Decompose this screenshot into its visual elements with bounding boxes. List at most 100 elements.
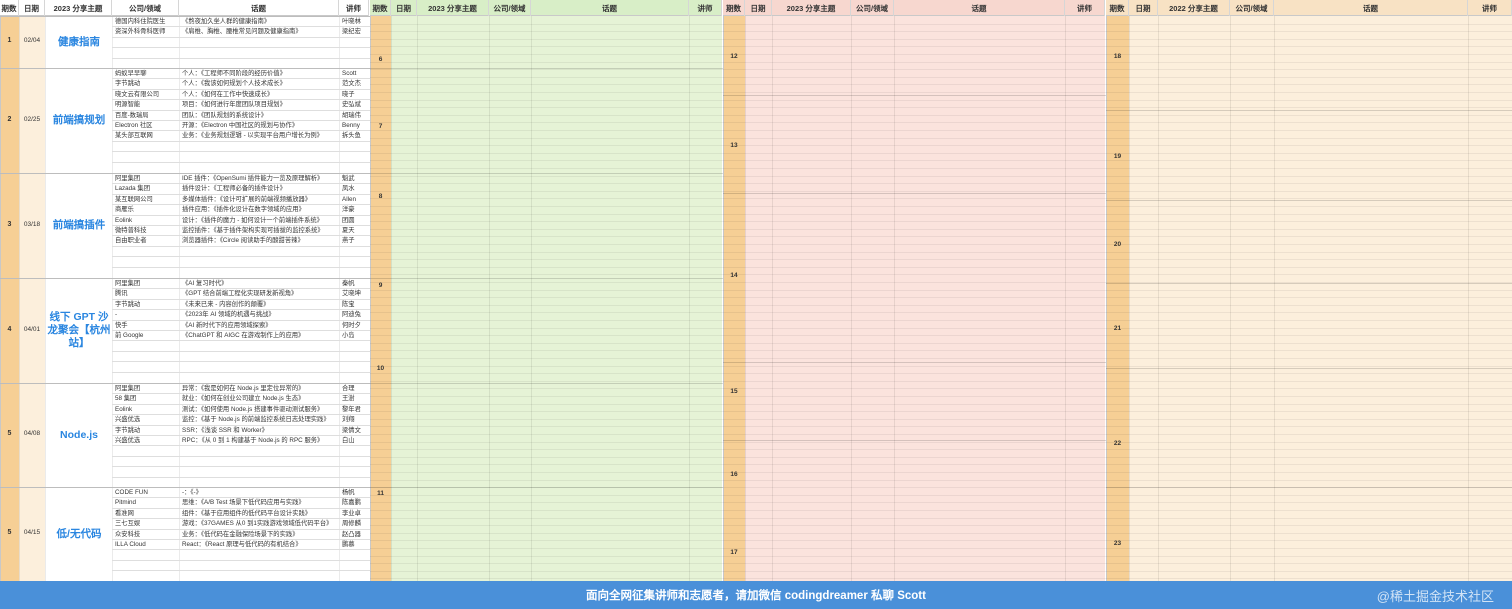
speaker-cell: 拆头鱼 [342,132,361,140]
grid-row-line [370,502,1512,503]
grid-row-line [370,160,1512,161]
grid-row-line [370,343,1512,344]
company-cell: - [115,311,118,319]
speaker-cell: 李业卓 [342,509,361,517]
grid-row-line [370,434,1512,435]
header-cell-2-3: 2023 分享主题 [417,0,489,16]
grid-row-line [370,267,1512,268]
company-cell: 兴盛优选 [115,416,141,424]
talk-topic-cell: 项目：《如何进行年度团队项目规划》 [182,101,286,109]
talk-topic-cell: 团队：《团队规划的系统设计》 [182,111,268,119]
talk-topic-cell: 《GPT 结合前端工程化实现研发新视角》 [182,290,298,298]
block3-session-number: 17 [730,549,738,556]
speaker-cell: 周修麟 [342,520,361,528]
session-date: 03/18 [23,220,41,228]
row-divider [112,372,370,373]
session-theme-title: 健康指南 [58,35,100,48]
grid-row-line [370,274,1512,275]
speaker-cell: 叶晓林 [342,18,361,25]
grid-col-line-3-4 [851,16,852,581]
header-cell-3-6: 讲师 [1065,0,1105,16]
company-cell: Pitmind [115,499,136,507]
speaker-cell: 赵凸器 [342,530,361,538]
grid-row-line [370,153,1512,154]
grid-row-line [370,198,1512,199]
header-cell-2-1: 期数 [370,0,391,16]
speaker-cell: 史弘斌 [342,101,361,109]
block3-session-number: 15 [730,388,738,395]
grid-row-line [370,100,1512,101]
company-cell: 某互联网公司 [115,195,153,203]
talk-topic-cell: 业务：《低代码在金融保险场景下的实践》 [182,530,299,538]
row-divider [112,456,370,457]
session-theme-title: 前端搞规划 [52,114,106,126]
talk-topic-cell: 思维：《A/B Test 场景下低代码应用与实践》 [182,499,305,507]
column-band-1-1 [0,16,19,581]
header-cell-3-3: 2023 分享主题 [772,0,851,16]
grid-row-line [370,236,1512,237]
company-cell: 商雁乐 [115,206,134,214]
company-cell: ILLA Cloud [115,541,146,548]
grid-row-line [370,495,1512,496]
talk-topic-cell: 《AI 复习时代》 [182,280,228,287]
company-cell: 晓文云有限公司 [115,90,160,98]
row-divider [112,351,370,352]
grid-col-line-4-4 [1230,16,1231,581]
grid-row-line [370,533,1512,534]
grid-row-line [370,350,1512,351]
session-theme-title: Node.js [60,428,98,441]
session-date: 04/15 [23,529,41,536]
topic-divider [1106,487,1512,488]
speaker-cell: 陈嘉鹏 [342,499,361,507]
grid-row-line [370,297,1512,298]
company-cell: 资深外科骨科医师 [115,28,166,36]
grid-row-line [370,510,1512,511]
company-cell: 阿里集团 [115,385,141,392]
header-cell-2-5: 话题 [531,0,689,16]
talk-topic-cell: 个人：《我该如何规划个人技术成长》 [182,80,286,88]
topic-divider [370,278,723,279]
company-cell: 微特普科技 [115,227,147,234]
block-divider-1 [0,0,1,581]
company-cell: Electron 社区 [115,122,153,129]
topic-divider [1106,110,1512,111]
grid-row-line [370,244,1512,245]
grid-row-line [370,221,1512,222]
block4-session-number: 22 [1113,440,1122,447]
header-cell-3-4: 公司/领域 [851,0,894,16]
session-date: 04/08 [23,430,41,437]
grid-row-line [370,54,1512,55]
talk-topic-cell: 监控：《基于 Node.js 的前端监控系统日志处理实践》 [182,416,330,424]
grid-col-line-4-2 [1129,16,1130,581]
grid-row-line [370,449,1512,450]
speaker-cell: 何时夕 [342,321,361,329]
grid-row-line [370,578,1512,579]
talk-topic-cell: 设计：《插件的魔力 - 如何设计一个前端插件系统》 [182,216,323,224]
block4-session-number: 19 [1113,153,1122,160]
session-number: 5 [7,529,12,536]
speaker-cell: 团圆 [342,216,355,224]
topic-divider [370,173,723,174]
speaker-cell: 白山 [342,437,355,444]
company-cell: Eolink [115,216,133,224]
grid-row-line [370,46,1512,47]
grid-row-line [370,84,1512,85]
speaker-cell: 洋豪 [342,206,355,214]
talk-topic-cell: 业务：《业务规划逻辑 - 以实现平台用户增长为例》 [182,132,323,140]
company-cell: 看准网 [115,509,134,517]
topic-divider [1106,200,1512,201]
grid-row-line [370,457,1512,458]
grid-row-line [370,571,1512,572]
grid-row-line [370,525,1512,526]
grid-col-line-2-6 [689,16,690,581]
grid-row-line [370,259,1512,260]
grid-col-line-3-2 [745,16,746,581]
session-theme-title: 线下 GPT 沙龙聚会【杭州站】 [47,311,111,349]
talk-topic-cell: 浏览器插件：《Circle 阅读助手的酸甜苦辣》 [182,237,304,245]
talk-topic-cell: React：《React 原理与低代码的有机结合》 [182,541,302,548]
session-date: 02/04 [23,37,41,44]
block3-session-number: 12 [730,53,738,60]
session-number: 2 [7,115,12,123]
grid-row-line [370,320,1512,321]
grid-row-line [370,290,1512,291]
